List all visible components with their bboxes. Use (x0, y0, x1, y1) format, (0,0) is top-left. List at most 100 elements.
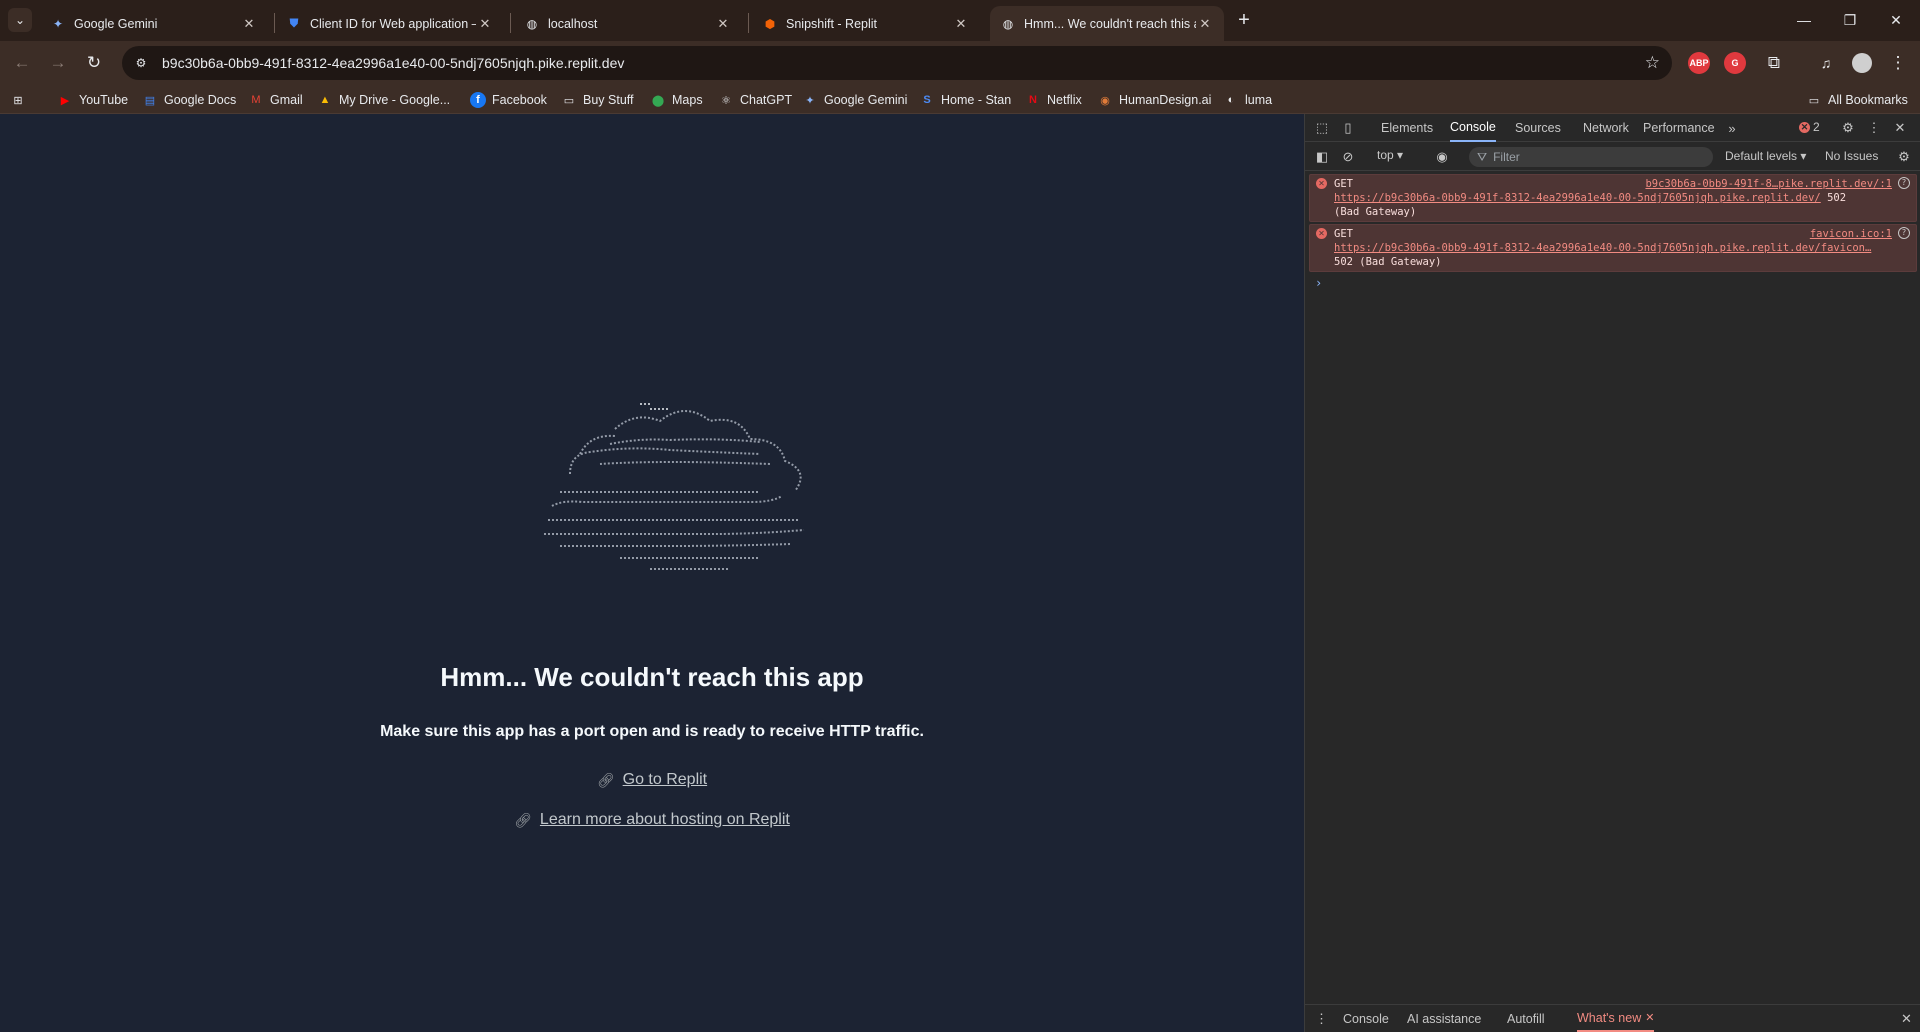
bookmark-youtube[interactable]: ▶ YouTube (57, 89, 128, 111)
issues-label: No Issues (1825, 149, 1879, 163)
ai-explain-icon[interactable]: ? (1898, 177, 1910, 189)
tab-client-id[interactable]: ⛊ Client ID for Web application – ✕ (276, 6, 504, 41)
learn-more-hosting-link[interactable]: 🔗︎ Learn more about hosting on Replit (0, 811, 1304, 829)
close-devtools-icon[interactable]: ✕ (1891, 119, 1909, 137)
bookmark-my-drive[interactable]: ▲ My Drive - Google... (317, 89, 451, 111)
go-to-replit-link[interactable]: 🔗︎ Go to Replit (0, 771, 1304, 789)
error-icon: ✕ (1316, 178, 1327, 189)
devtools-tab-bar: ⬚ ▯ Elements Console Sources Network Per… (1305, 114, 1920, 142)
request-url[interactable]: https://b9c30b6a-0bb9-491f-8312-4ea2996a… (1334, 241, 1910, 255)
request-url[interactable]: https://b9c30b6a-0bb9-491f-8312-4ea2996a… (1334, 192, 1821, 204)
devtools-tab-network[interactable]: Network (1583, 114, 1629, 142)
devtools-tab-sources[interactable]: Sources (1515, 114, 1561, 142)
close-icon[interactable]: ✕ (714, 15, 732, 33)
gemini-icon: ✦ (805, 94, 815, 107)
ai-explain-icon[interactable]: ? (1898, 227, 1910, 239)
forward-button[interactable]: → (44, 49, 72, 77)
close-icon[interactable]: ✕ (476, 15, 494, 33)
restore-button[interactable]: ❐ (1827, 0, 1873, 40)
learn-more-label[interactable]: Learn more about hosting on Replit (540, 811, 790, 829)
drawer-tab-whats-new[interactable]: What's new ✕ (1577, 1005, 1655, 1032)
tab-snipshift-replit[interactable]: ⬢ Snipshift - Replit ✕ (752, 6, 980, 41)
bookmark-label: ChatGPT (740, 93, 793, 107)
tab-active-error[interactable]: ◍ Hmm... We couldn't reach this a ✕ (990, 6, 1224, 41)
media-controls-button[interactable]: ♫ (1812, 49, 1840, 77)
error-icon: ✕ (1316, 228, 1327, 239)
restore-icon: ❐ (1843, 11, 1857, 28)
shield-icon: ⛊ (289, 16, 299, 30)
tab-title: Hmm... We couldn't reach this a (1024, 16, 1196, 31)
drawer-tab-autofill[interactable]: Autofill (1507, 1005, 1545, 1032)
drawer-tab-console[interactable]: Console (1343, 1005, 1389, 1032)
site-info-icon[interactable]: ⚙ (130, 52, 152, 74)
facebook-icon: f (470, 92, 486, 108)
devtools-tab-performance[interactable]: Performance (1643, 114, 1715, 142)
inspect-element-icon[interactable]: ⬚ (1313, 119, 1331, 137)
bookmark-luma[interactable]: ◐ luma (1223, 89, 1272, 111)
back-button[interactable]: ← (8, 49, 36, 77)
source-link[interactable]: b9c30b6a-0bb9-491f-8…pike.replit.dev/:1 (1645, 177, 1892, 191)
more-vertical-icon[interactable]: ⋮ (1865, 119, 1883, 137)
reload-button[interactable]: ↻ (80, 49, 108, 77)
all-bookmarks-button[interactable]: ▭ All Bookmarks (1806, 89, 1908, 111)
arrow-left-icon: ← (13, 53, 31, 72)
error-count-badge[interactable]: ✕ 2 (1799, 120, 1820, 134)
bookmark-google-docs[interactable]: ▤ Google Docs (142, 89, 236, 111)
tab-search-button[interactable]: ⌄ (8, 8, 32, 32)
browser-menu-button[interactable]: ⋮ (1884, 49, 1912, 77)
bookmark-home-stan[interactable]: S Home - Stan (919, 89, 1011, 111)
issues-button[interactable]: No Issues (1825, 149, 1878, 163)
bookmark-gmail[interactable]: M Gmail (248, 89, 302, 111)
drawer-tab-ai-assistance[interactable]: AI assistance (1407, 1005, 1481, 1032)
console-settings-icon[interactable]: ⚙ (1895, 148, 1913, 166)
close-icon[interactable]: ✕ (1196, 15, 1214, 33)
tab-google-gemini[interactable]: ✦ Google Gemini ✕ (40, 6, 268, 41)
sidebar-toggle-icon[interactable]: ◧ (1313, 148, 1331, 166)
more-vertical-icon[interactable]: ⋮ (1315, 1011, 1328, 1027)
clear-console-icon[interactable]: ⊘ (1339, 148, 1357, 166)
profile-button[interactable] (1848, 49, 1876, 77)
adblock-extension-icon[interactable]: ABP (1688, 52, 1710, 74)
request-method: GET (1334, 228, 1353, 240)
tab-label: Elements (1381, 121, 1434, 135)
tab-localhost[interactable]: ◍ localhost ✕ (514, 6, 742, 41)
bookmark-chatgpt[interactable]: ⚛ ChatGPT (718, 89, 792, 111)
minimize-button[interactable]: — (1781, 0, 1827, 40)
devtools-tab-console[interactable]: Console (1450, 114, 1496, 142)
close-window-button[interactable]: ✕ (1873, 0, 1919, 40)
bookmark-facebook[interactable]: f Facebook (470, 89, 547, 111)
console-prompt[interactable]: › (1315, 276, 1920, 290)
bookmark-star-icon[interactable]: ☆ (1645, 53, 1660, 73)
close-drawer-icon[interactable]: ✕ (1901, 1011, 1912, 1027)
go-to-replit-label[interactable]: Go to Replit (623, 771, 707, 789)
grammarly-extension-icon[interactable]: G (1724, 52, 1746, 74)
levels-label: Default levels (1725, 149, 1798, 163)
context-select[interactable]: top ▾ (1377, 148, 1403, 162)
bookmark-netflix[interactable]: N Netflix (1025, 89, 1082, 111)
plus-icon: + (1238, 8, 1250, 31)
more-vertical-icon: ⋮ (1889, 53, 1907, 72)
bookmark-google-gemini[interactable]: ✦ Google Gemini (802, 89, 907, 111)
bookmark-humandesign[interactable]: ◉ HumanDesign.ai (1097, 89, 1211, 111)
new-tab-button[interactable]: + (1232, 8, 1256, 32)
settings-gear-icon[interactable]: ⚙ (1839, 119, 1857, 137)
tab-strip: ⌄ ✦ Google Gemini ✕ ⛊ Client ID for Web … (0, 0, 1920, 41)
device-toolbar-icon[interactable]: ▯ (1339, 119, 1357, 137)
console-error-message: ✕ GET favicon.ico:1 ? https://b9c30b6a-0… (1309, 224, 1917, 272)
address-url[interactable]: b9c30b6a-0bb9-491f-8312-4ea2996a1e40-00-… (162, 55, 624, 71)
close-icon[interactable]: ✕ (240, 15, 258, 33)
bookmark-buy-stuff[interactable]: ▭ Buy Stuff (561, 89, 634, 111)
youtube-icon: ▶ (60, 94, 70, 107)
source-link[interactable]: favicon.ico:1 (1810, 227, 1892, 241)
live-expression-eye-icon[interactable]: ◉ (1433, 148, 1451, 166)
more-tabs-icon[interactable]: » (1723, 119, 1741, 137)
log-levels-select[interactable]: Default levels ▾ (1725, 149, 1806, 163)
devtools-tab-elements[interactable]: Elements (1381, 114, 1433, 142)
address-bar[interactable]: ⚙ b9c30b6a-0bb9-491f-8312-4ea2996a1e40-0… (122, 46, 1672, 80)
bookmark-maps[interactable]: ⬤ Maps (650, 89, 703, 111)
apps-button[interactable]: ⊞ (10, 89, 32, 111)
console-filter-input[interactable]: ⛛ Filter (1469, 147, 1713, 167)
close-icon[interactable]: ✕ (1645, 1011, 1654, 1024)
extensions-button[interactable]: ⧉ (1760, 49, 1788, 77)
close-icon[interactable]: ✕ (952, 15, 970, 33)
